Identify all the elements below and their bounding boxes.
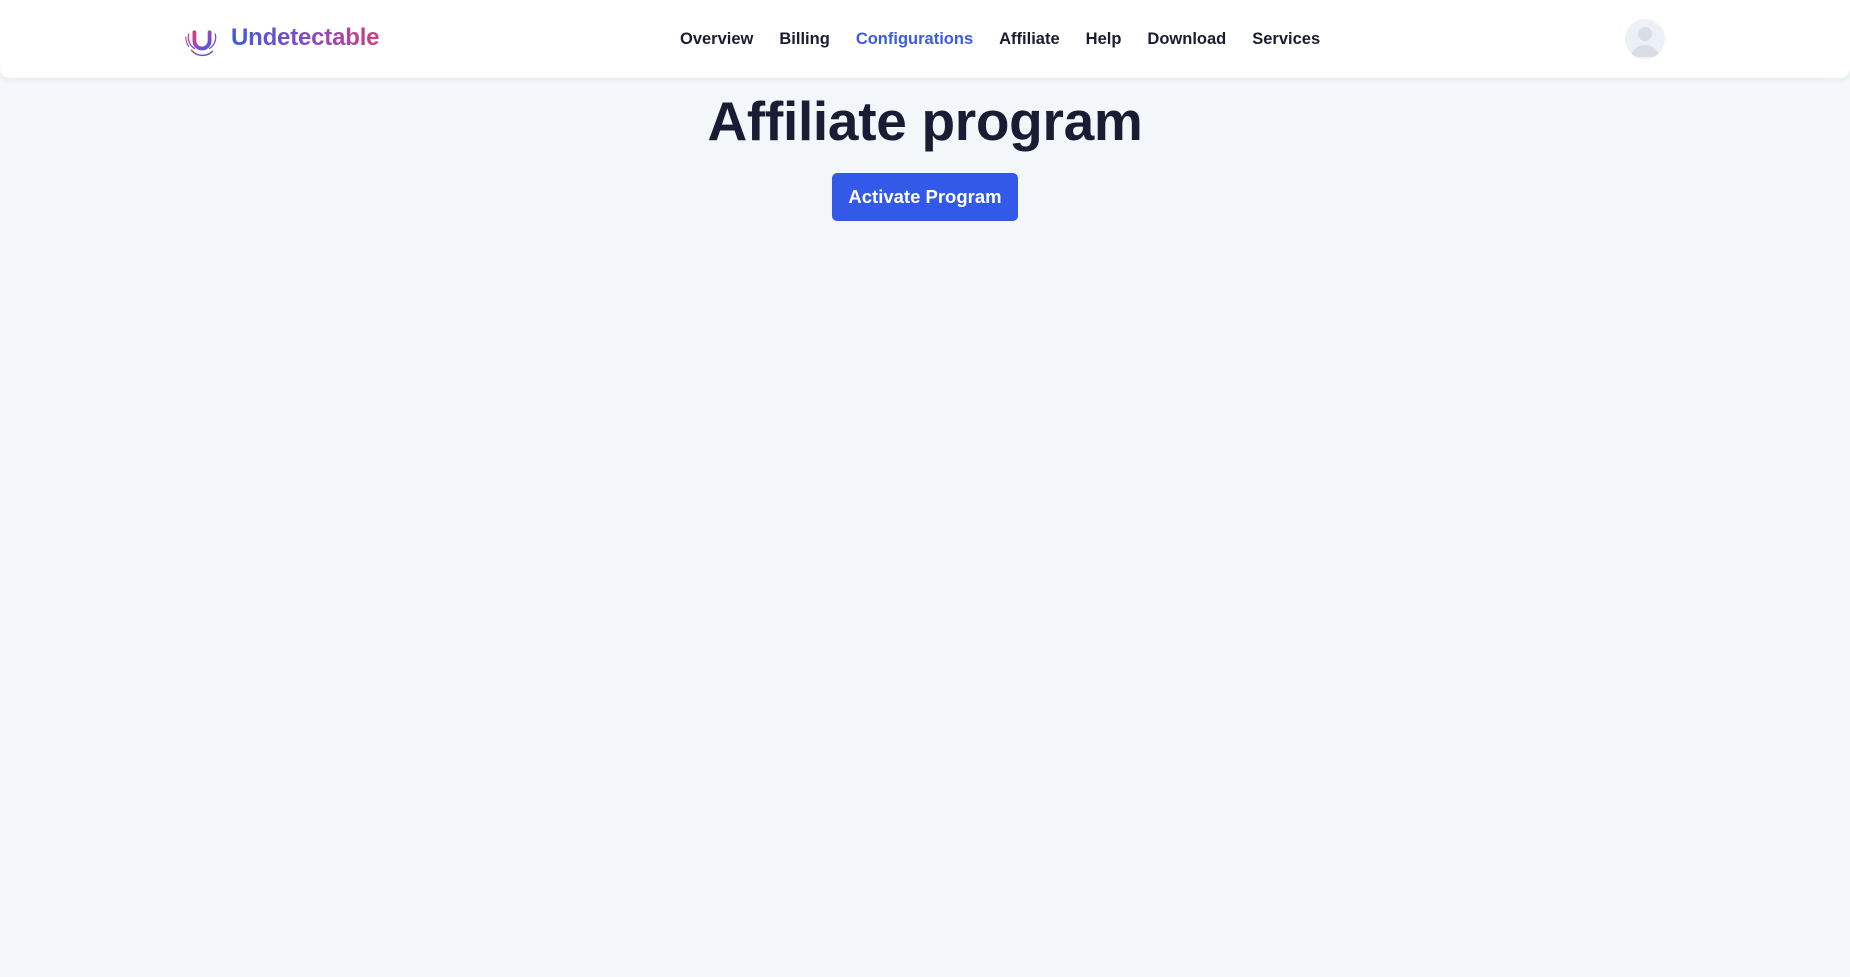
nav-item-services[interactable]: Services — [1252, 30, 1320, 49]
main-nav: Overview Billing Configurations Affiliat… — [680, 0, 1320, 78]
nav-item-help[interactable]: Help — [1086, 30, 1122, 49]
nav-item-billing[interactable]: Billing — [779, 30, 829, 49]
user-avatar-icon — [1631, 27, 1659, 57]
brand-name: Undetectable — [231, 24, 380, 51]
activate-program-button[interactable]: Activate Program — [832, 173, 1018, 221]
nav-item-download[interactable]: Download — [1147, 30, 1226, 49]
nav-item-overview[interactable]: Overview — [680, 30, 753, 49]
nav-item-configurations[interactable]: Configurations — [856, 30, 973, 49]
top-navbar: Undetectable Overview Billing Configurat… — [0, 0, 1850, 78]
brand-logo-link[interactable]: Undetectable — [183, 19, 380, 57]
nav-item-affiliate[interactable]: Affiliate — [999, 30, 1060, 49]
main-content: Affiliate program Activate Program — [0, 78, 1850, 221]
fingerprint-u-logo-icon — [185, 22, 217, 57]
page-title: Affiliate program — [707, 90, 1143, 152]
user-avatar-button[interactable] — [1625, 19, 1665, 59]
